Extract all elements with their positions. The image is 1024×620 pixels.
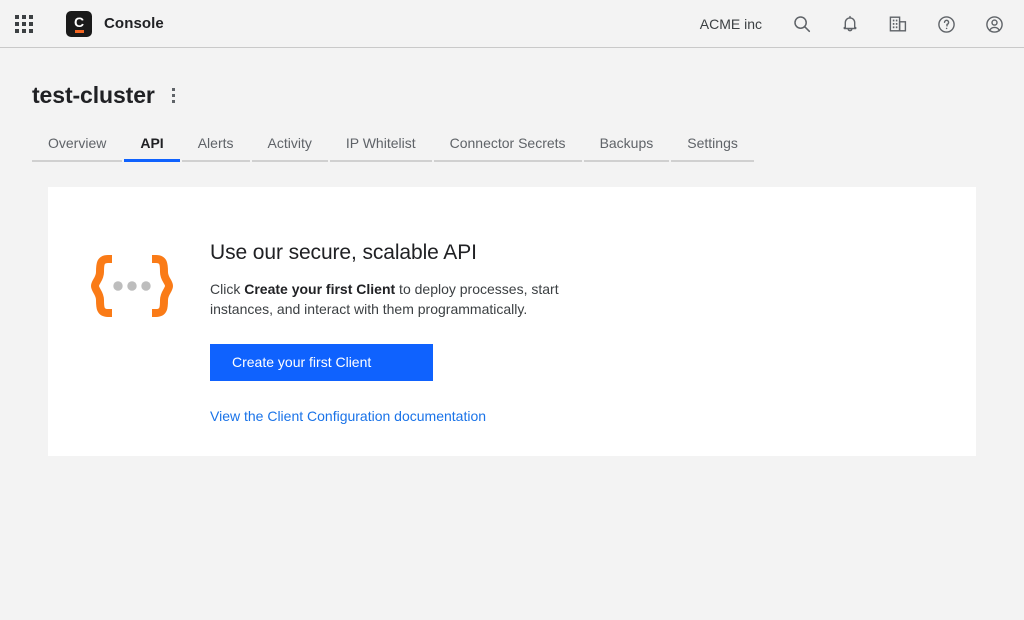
account-button[interactable] xyxy=(970,0,1018,48)
tab-backups[interactable]: Backups xyxy=(583,135,670,162)
organization-building-icon xyxy=(887,13,909,35)
api-empty-state-body: Use our secure, scalable API Click Creat… xyxy=(180,237,570,424)
create-first-client-button[interactable]: Create your first Client xyxy=(210,344,433,381)
brand-home-link[interactable]: C Console xyxy=(66,10,164,37)
apps-grid-icon xyxy=(15,14,33,33)
cluster-tabs: Overview API Alerts Activity IP Whitelis… xyxy=(32,135,992,162)
top-header-bar: C Console ACME inc xyxy=(0,0,1024,48)
card-description-prefix: Click xyxy=(210,281,245,297)
notifications-button[interactable] xyxy=(826,0,874,48)
help-button[interactable] xyxy=(922,0,970,48)
api-empty-state-card: Use our secure, scalable API Click Creat… xyxy=(48,187,976,456)
header-left-group: C Console xyxy=(0,0,164,48)
tab-overview[interactable]: Overview xyxy=(32,135,123,162)
tab-alerts[interactable]: Alerts xyxy=(181,135,250,162)
card-heading: Use our secure, scalable API xyxy=(210,241,477,264)
console-logo-icon: C xyxy=(66,10,92,37)
brand-name-label: Console xyxy=(104,15,164,32)
search-icon xyxy=(792,14,812,34)
account-avatar-icon xyxy=(984,14,1005,35)
help-circle-icon xyxy=(936,14,957,35)
tab-ip-whitelist[interactable]: IP Whitelist xyxy=(329,135,432,162)
notifications-bell-icon xyxy=(840,14,860,34)
card-description-bold: Create your first Client xyxy=(244,281,396,297)
curly-braces-api-icon xyxy=(84,237,180,317)
tab-activity[interactable]: Activity xyxy=(251,135,329,162)
page-title: test-cluster xyxy=(32,82,155,108)
logo-orange-bar xyxy=(74,29,84,33)
app-launcher-button[interactable] xyxy=(0,0,48,48)
client-configuration-documentation-link[interactable]: View the Client Configuration documentat… xyxy=(210,408,570,424)
organization-button[interactable] xyxy=(874,0,922,48)
page-content: test-cluster Overview API Alerts Activit… xyxy=(0,48,1024,456)
organization-name-label[interactable]: ACME inc xyxy=(700,16,762,32)
header-right-group: ACME inc xyxy=(700,0,1024,48)
tab-settings[interactable]: Settings xyxy=(671,135,754,162)
tab-api[interactable]: API xyxy=(124,135,181,162)
page-title-row: test-cluster xyxy=(32,48,992,109)
search-button[interactable] xyxy=(778,0,826,48)
more-options-icon[interactable] xyxy=(163,83,185,109)
logo-letter: C xyxy=(73,13,85,30)
card-description: Click Create your first Client to deploy… xyxy=(210,279,570,319)
tab-connector-secrets[interactable]: Connector Secrets xyxy=(433,135,582,162)
